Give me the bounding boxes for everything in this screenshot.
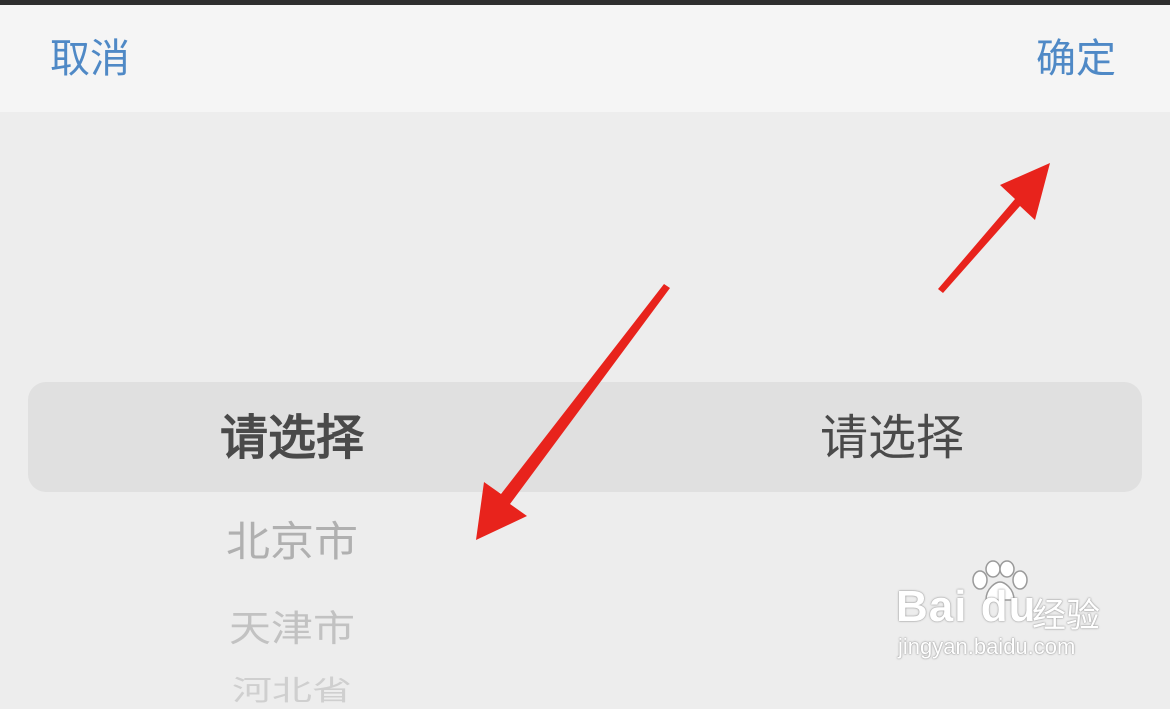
region-picker[interactable]: 请选择 北京市 天津市 河北省 请选择 — [0, 112, 1170, 707]
province-selected-item[interactable]: 请选择 — [12, 408, 572, 468]
picker-header: 取消 确定 — [0, 5, 1170, 112]
city-selected-item[interactable]: 请选择 — [612, 408, 1170, 468]
cancel-button[interactable]: 取消 — [50, 35, 130, 83]
province-option[interactable]: 北京市 — [12, 517, 572, 570]
confirm-button[interactable]: 确定 — [1036, 35, 1116, 83]
province-option[interactable]: 天津市 — [12, 606, 572, 652]
province-column[interactable]: 请选择 北京市 天津市 河北省 — [12, 382, 572, 707]
city-column[interactable]: 请选择 — [612, 382, 1170, 687]
province-option[interactable]: 河北省 — [12, 674, 572, 709]
